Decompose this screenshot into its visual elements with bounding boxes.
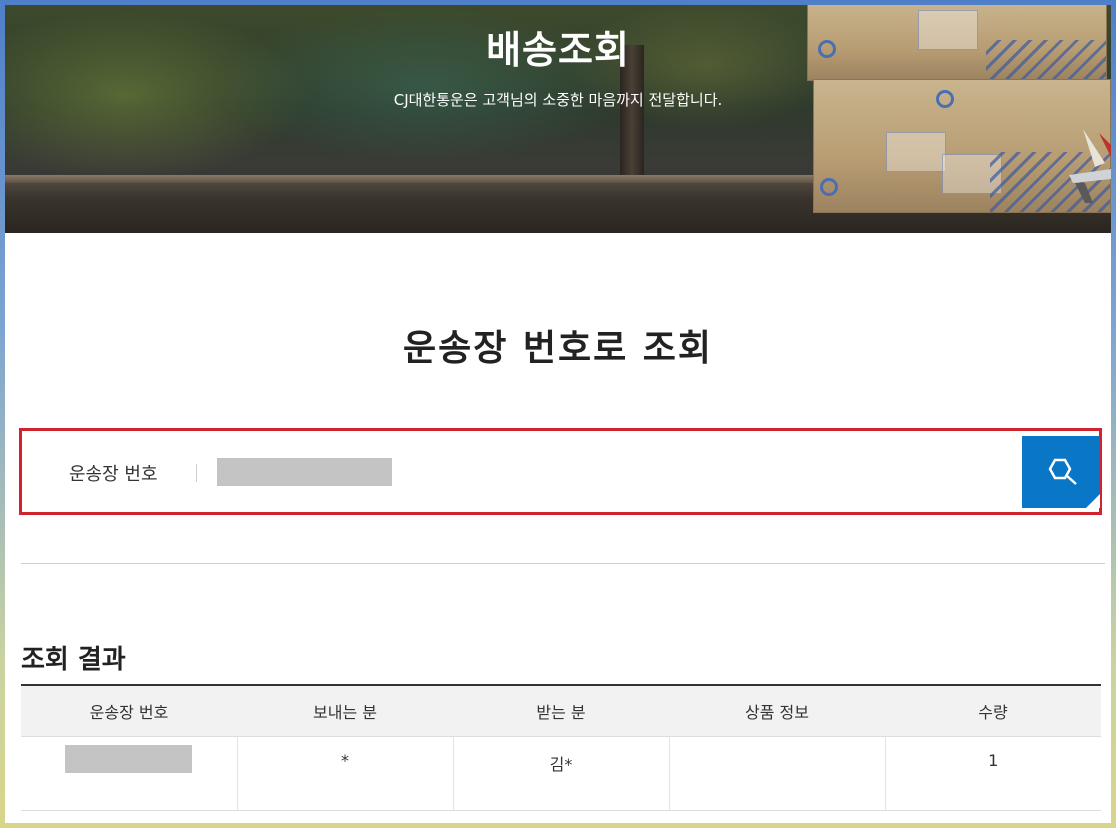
section-divider <box>21 563 1105 564</box>
results-table: 운송장 번호 보내는 분 받는 분 상품 정보 수량 * 김* 1 <box>21 684 1101 811</box>
hero-subtitle: CJ대한통운은 고객님의 소중한 마음까지 전달합니다. <box>393 91 723 109</box>
results-title: 조회 결과 <box>21 645 126 675</box>
cell-quantity: 1 <box>884 736 1101 811</box>
section-title: 운송장 번호로 조회 <box>402 328 714 369</box>
toy-airplane-image <box>1069 129 1111 203</box>
table-row: * 김* 1 <box>21 736 1101 811</box>
page-frame: 배송조회 CJ대한통운은 고객님의 소중한 마음까지 전달합니다. 운송장 번호… <box>5 5 1111 823</box>
label-divider <box>196 464 197 482</box>
cell-tracking-number <box>21 736 237 811</box>
cell-sender: * <box>236 736 453 811</box>
results-header-row: 운송장 번호 보내는 분 받는 분 상품 정보 수량 <box>21 685 1101 737</box>
button-corner-accent <box>1086 494 1100 508</box>
column-header-product-info: 상품 정보 <box>669 685 885 737</box>
tracking-number-input[interactable] <box>217 458 392 486</box>
tracking-search-box: 운송장 번호 <box>29 436 1100 508</box>
search-button[interactable] <box>1022 436 1100 508</box>
hero-banner: 배송조회 CJ대한통운은 고객님의 소중한 마음까지 전달합니다. <box>5 5 1111 233</box>
hero-title: 배송조회 <box>486 28 630 72</box>
column-header-receiver: 받는 분 <box>453 685 669 737</box>
masked-tracking-number <box>65 744 193 773</box>
cell-product-info <box>668 736 885 811</box>
column-header-quantity: 수량 <box>885 685 1101 737</box>
search-highlight-outline: 운송장 번호 <box>19 428 1102 515</box>
column-header-sender: 보내는 분 <box>237 685 453 737</box>
column-header-tracking-number: 운송장 번호 <box>21 685 237 737</box>
cell-receiver: 김* <box>452 736 669 811</box>
tracking-number-label: 운송장 번호 <box>69 464 158 485</box>
